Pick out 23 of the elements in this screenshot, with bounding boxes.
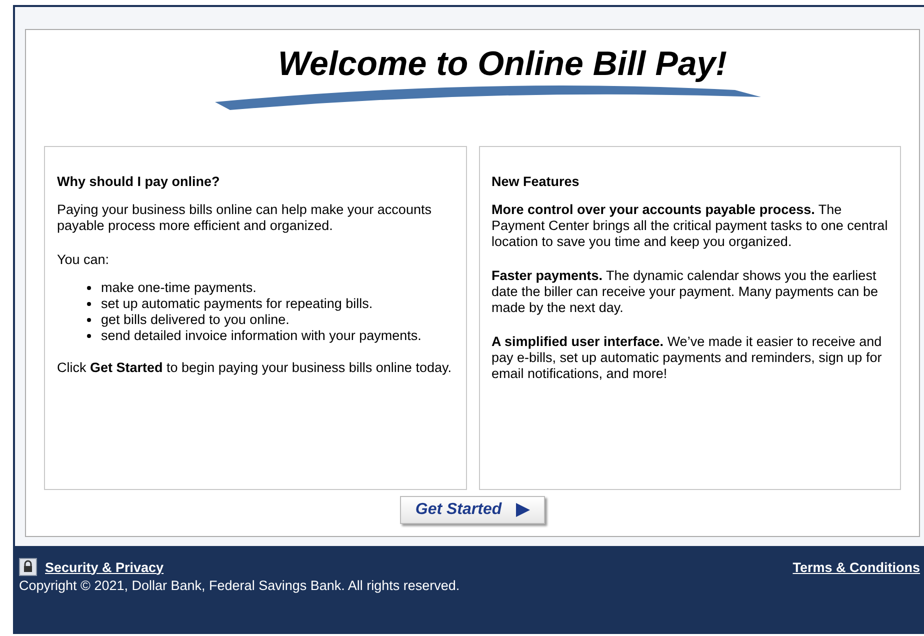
lead-in-text: You can:	[57, 252, 110, 268]
bullet-icon	[87, 318, 91, 322]
bullet-icon	[87, 286, 91, 290]
feature-text: More control over your accounts payable process. The Payment Center brings all the critical payment tasks to one central location to save you time and keep you organized.	[492, 202, 888, 250]
panel-heading: Why should I pay online?	[57, 174, 221, 190]
security-privacy-link[interactable]: Security & Privacy	[45, 560, 164, 574]
padlock-icon	[19, 558, 37, 576]
bullet-text: get bills delivered to you online.	[101, 312, 290, 328]
feature-text: Faster payments. The dynamic calendar shows you the earliest date the biller can receive your payment. Many payments can be made by the next day.	[492, 268, 879, 316]
play-arrow-icon	[516, 503, 530, 517]
bullet-text: send detailed invoice information with your payments.	[101, 328, 422, 344]
copyright-text: Copyright © 2021, Dollar Bank, Federal Savings Bank. All rights reserved.	[19, 578, 461, 593]
bullet-text: set up automatic payments for repeating bills.	[101, 296, 373, 312]
bullet-text: make one-time payments.	[101, 280, 256, 296]
intro-text: Paying your business bills online can help make your accounts payable process more efficient and organized.	[57, 202, 432, 234]
feature-text: A simplified user interface. We’ve made it easier to receive and pay e-bills, set up automatic payments and reminders, sign up for email notifications, and more!	[492, 334, 883, 382]
bullet-icon	[87, 334, 91, 338]
panel-heading: New Features	[492, 174, 580, 190]
terms-conditions-link[interactable]: Terms & Conditions	[792, 560, 920, 575]
page-title: Welcome to Online Bill Pay!	[276, 44, 728, 84]
bullet-icon	[87, 302, 91, 306]
get-started-button[interactable]: Get Started	[400, 496, 545, 524]
closing-text: Click Get Started to begin paying your business bills online today.	[57, 360, 452, 376]
